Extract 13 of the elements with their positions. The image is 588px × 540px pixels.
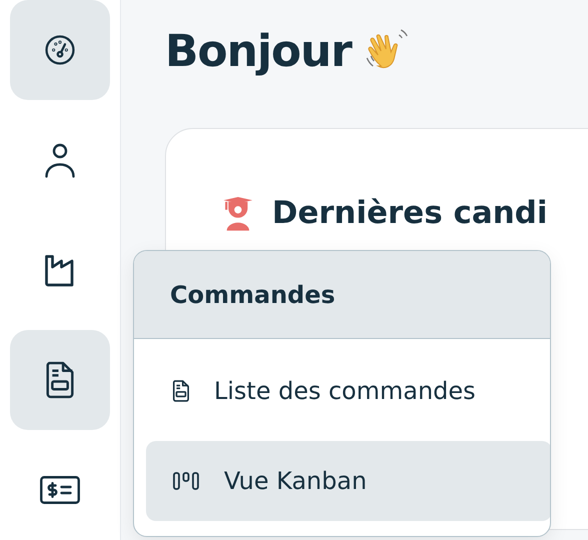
menu-item[interactable]: Liste des commandes: [146, 351, 550, 431]
menu-item[interactable]: Vue Kanban: [146, 441, 550, 521]
graduate-icon: [222, 195, 254, 231]
page-title: Bonjour: [165, 26, 352, 76]
columns-icon: [172, 470, 200, 492]
sidebar-item[interactable]: [10, 0, 110, 100]
invoice-icon: [39, 474, 81, 506]
card-title: Dernières candi: [272, 195, 548, 231]
menu-title: Commandes: [170, 280, 336, 308]
sidebar-item[interactable]: [10, 330, 110, 430]
gauge-icon: [43, 33, 77, 67]
document-icon: [44, 360, 76, 400]
document-icon: [172, 379, 190, 403]
